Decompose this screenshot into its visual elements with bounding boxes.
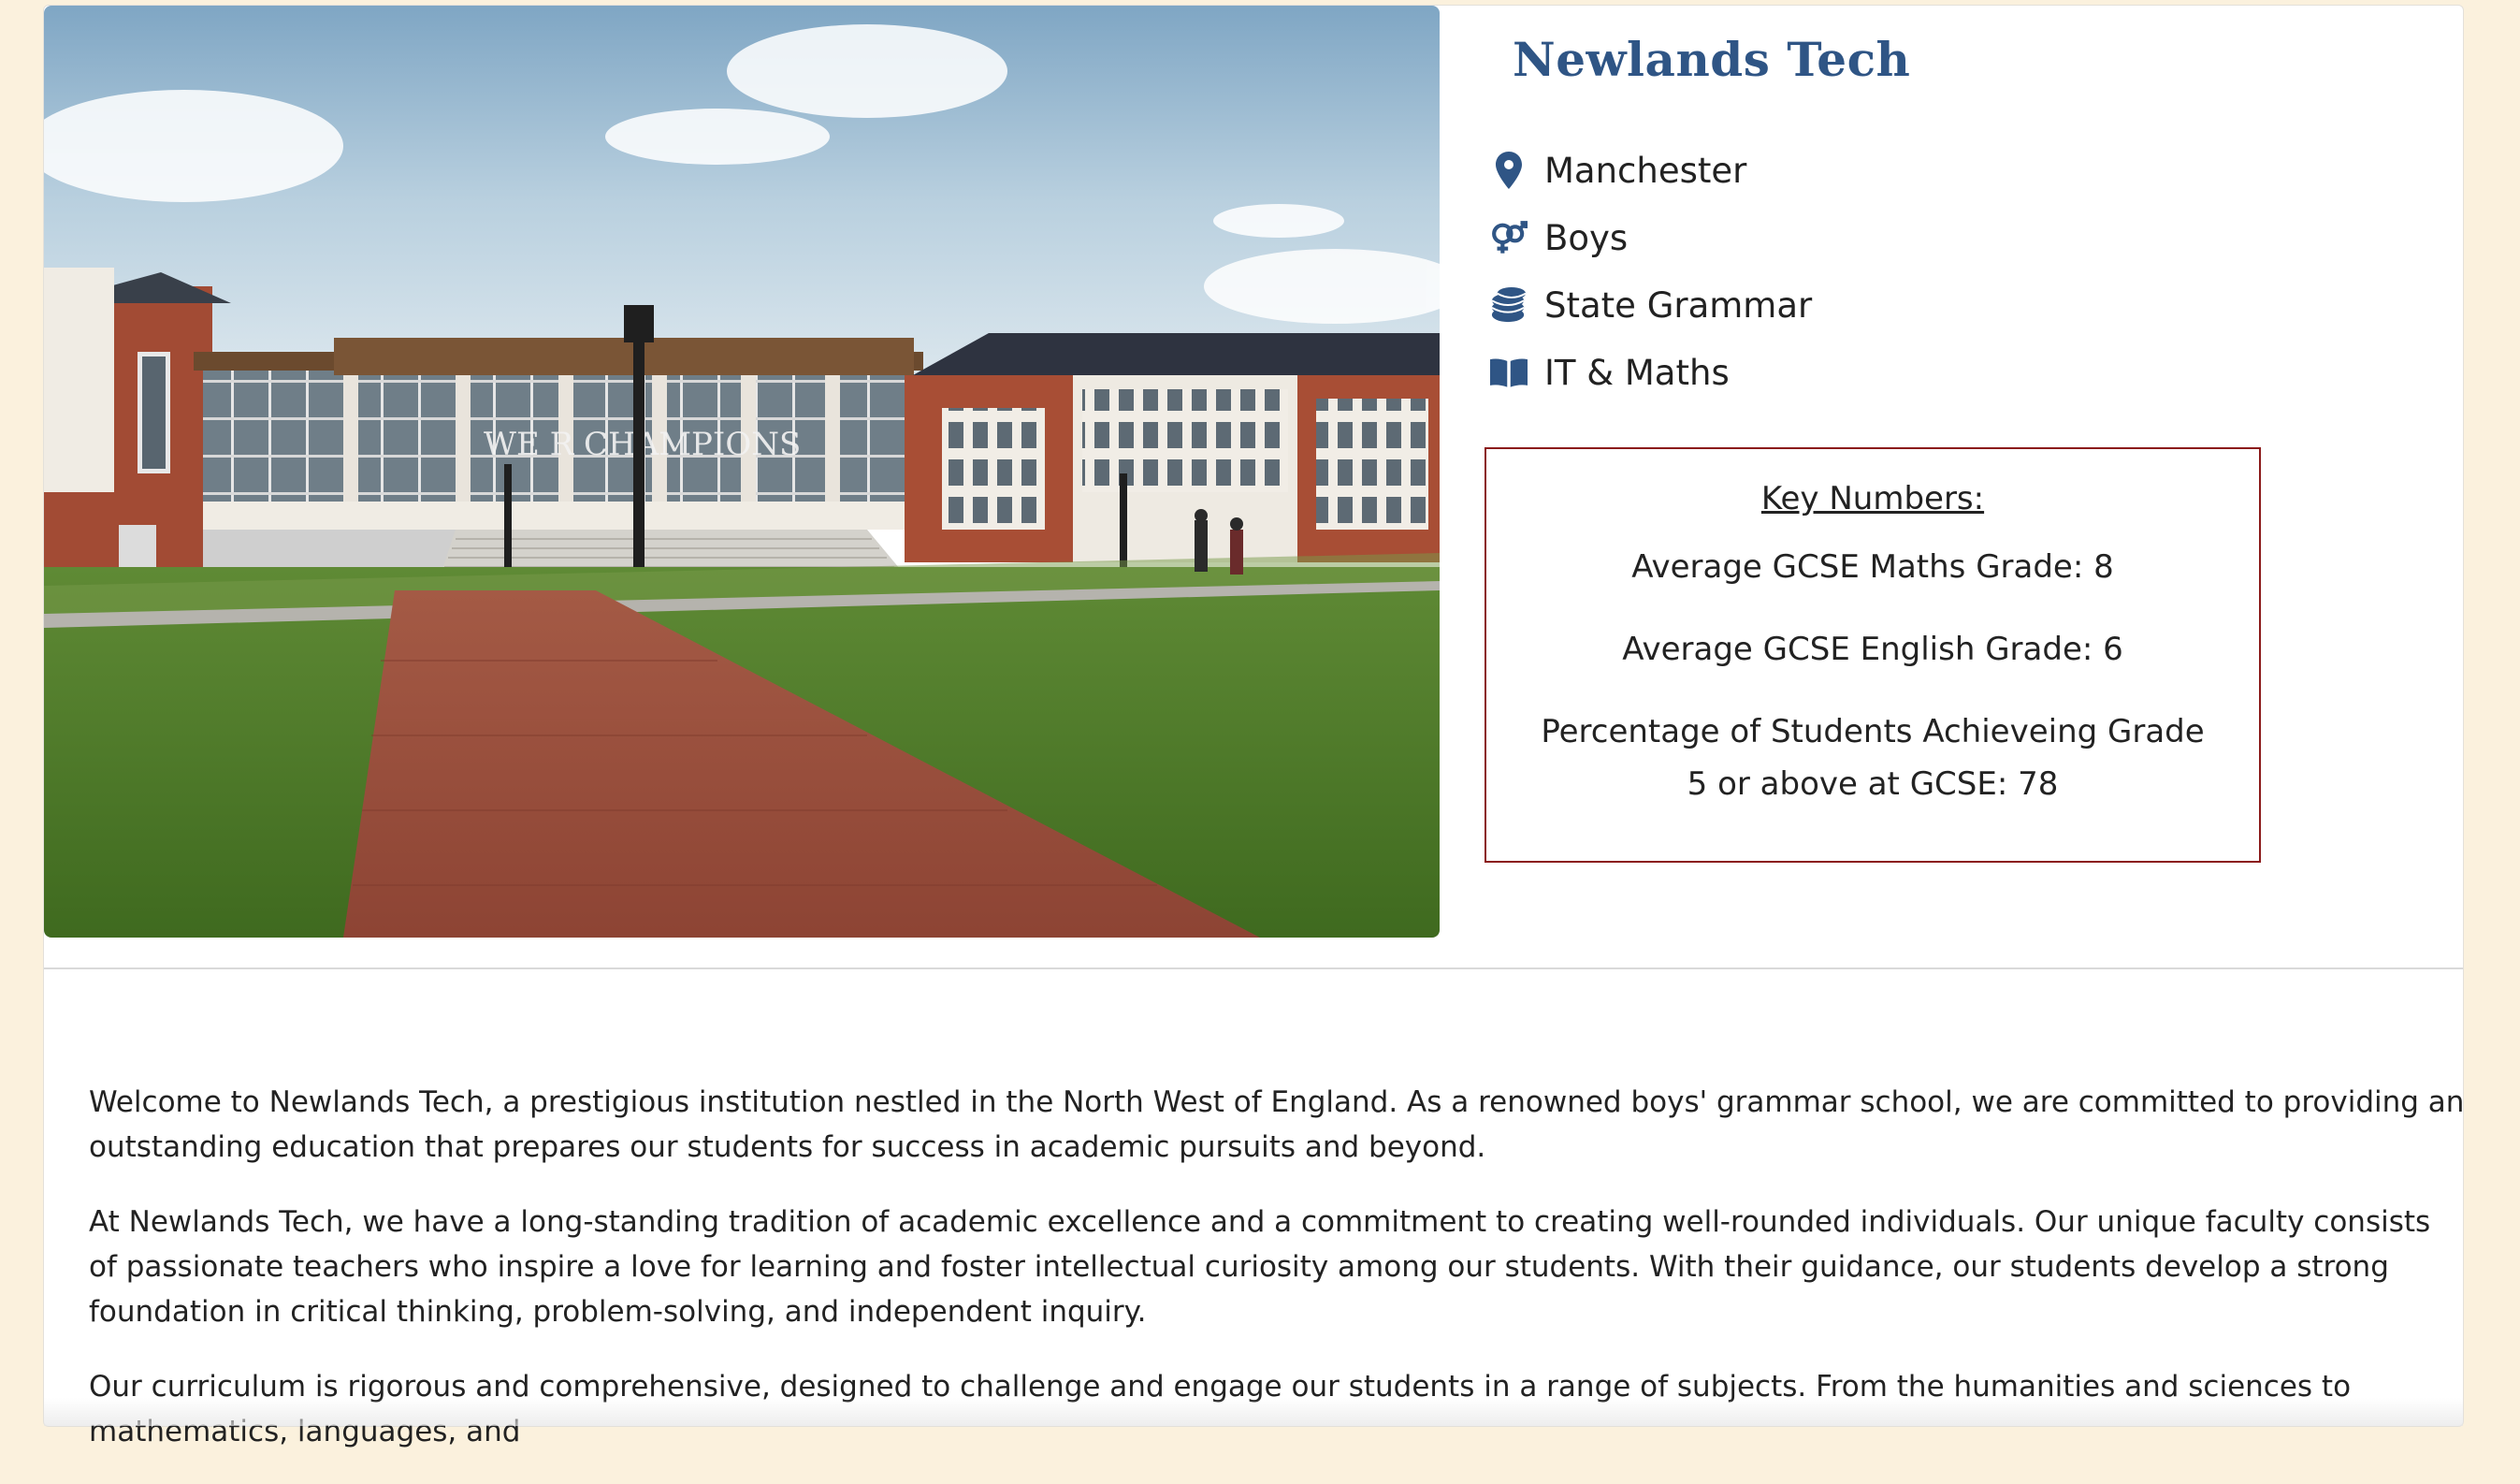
bottom-fade: [44, 1398, 2463, 1426]
description-paragraph: At Newlands Tech, we have a long-standin…: [89, 1205, 2431, 1329]
fact-school-type: State Grammar: [1490, 271, 1812, 339]
fact-label: Manchester: [1544, 150, 1747, 191]
key-numbers-title: Key Numbers:: [1760, 480, 1985, 517]
description-paragraph: Welcome to Newlands Tech, a prestigious …: [89, 1085, 2465, 1164]
fact-gender: Boys: [1490, 204, 1812, 271]
coins-icon: [1490, 284, 1528, 326]
fact-label: Boys: [1544, 217, 1629, 258]
key-number-maths: Average GCSE Maths Grade: 8: [1631, 548, 2114, 586]
book-icon: [1490, 352, 1528, 393]
fact-specialism: IT & Maths: [1490, 339, 1812, 406]
fact-location: Manchester: [1490, 137, 1812, 204]
key-number-english: Average GCSE English Grade: 6: [1622, 631, 2123, 668]
fact-label: IT & Maths: [1544, 352, 1730, 393]
section-divider: [44, 968, 2463, 969]
map-pin-icon: [1490, 150, 1528, 191]
school-name: Newlands Tech: [1513, 32, 1911, 87]
school-facts-list: Manchester Boys State Grammar IT & Maths: [1490, 137, 1812, 406]
key-number-grade5-percentage: Percentage of Students Achieveing Grade …: [1541, 713, 2205, 803]
school-card: WE R CHAMPIONS Newlands Tech Manchester …: [43, 5, 2465, 1448]
key-numbers-box: Key Numbers: Average GCSE Maths Grade: 8…: [1484, 447, 2261, 863]
gender-icon: [1490, 217, 1528, 258]
fact-label: State Grammar: [1544, 284, 1813, 326]
school-hero-image: WE R CHAMPIONS: [44, 6, 1440, 938]
